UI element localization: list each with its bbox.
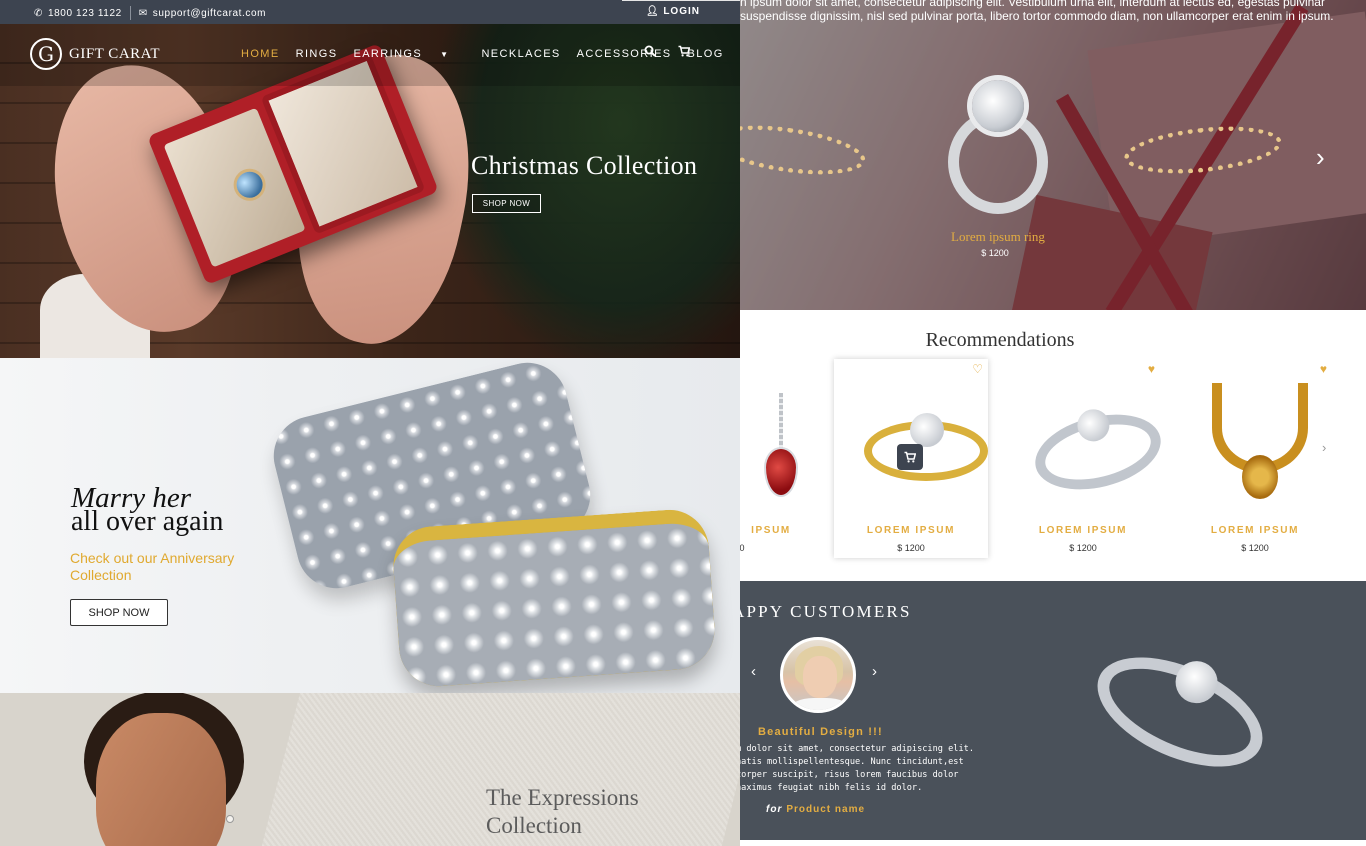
banner-description: n ipsum dolor sit amet, consectetur adip… xyxy=(740,0,1334,23)
product-card[interactable]: ♡ LOREM IPSUM $ 1200 xyxy=(834,359,988,558)
top-bar: ✆ 1800 123 1122 ✉ support@giftcarat.com … xyxy=(0,0,740,24)
section-title: Recommendations xyxy=(925,329,1075,351)
caret-down-icon: ▼ xyxy=(440,50,450,59)
support-email[interactable]: support@giftcarat.com xyxy=(153,8,266,19)
main-nav: G GIFT CARAT HOME RINGS EARRINGS ▼ NECKLA… xyxy=(0,24,740,86)
testimonials-section: APPY CUSTOMERS ‹ › Beautiful Design !!! … xyxy=(740,581,1366,840)
avatar xyxy=(780,637,856,713)
testimonial-text: m dolor sit amet, consectetur adipiscing… xyxy=(740,744,974,793)
chevron-right-icon[interactable]: › xyxy=(1322,440,1326,455)
chevron-right-icon[interactable]: › xyxy=(1316,142,1325,173)
shop-now-button[interactable]: SHOP NOW xyxy=(70,599,168,626)
product-price: 200 xyxy=(740,543,745,553)
login-link[interactable]: 👤︎ LOGIN xyxy=(646,6,700,17)
logo[interactable]: G GIFT CARAT xyxy=(30,38,160,70)
product-name[interactable]: LOREM IPSUM xyxy=(834,525,988,536)
gold-diamond-band-image xyxy=(390,507,718,689)
product-card[interactable]: ♥ LOREM IPSUM $ 1200 xyxy=(1178,359,1332,558)
chevron-left-icon[interactable]: ‹ xyxy=(751,663,756,680)
anniversary-hero: Marry her all over again Check out our A… xyxy=(0,358,740,693)
featured-product-price: $ 1200 xyxy=(981,248,1009,258)
add-to-cart-button[interactable] xyxy=(897,444,923,470)
silver-ring-image xyxy=(1081,635,1279,789)
user-icon: 👤︎ xyxy=(645,6,660,17)
collection-title: The Expressions Collection xyxy=(486,785,639,838)
nav-item-rings[interactable]: RINGS xyxy=(296,48,338,60)
featured-product-banner: n ipsum dolor sit amet, consectetur adip… xyxy=(740,0,1366,310)
expressions-hero: The Expressions Collection xyxy=(0,693,740,846)
model-image xyxy=(60,693,270,846)
chevron-right-icon[interactable]: › xyxy=(872,663,877,680)
shop-now-button[interactable]: SHOP NOW xyxy=(472,194,541,213)
recommendations-section: Recommendations ♡ IPSUM 200 ♡ LOREM IPSU… xyxy=(740,310,1366,581)
hero-title: Christmas Collection xyxy=(471,151,698,180)
nav-item-accessories[interactable]: ACCESSORIES xyxy=(577,48,672,60)
testimonial-title: Beautiful Design !!! xyxy=(758,726,883,738)
heart-filled-icon[interactable]: ♥ xyxy=(1320,362,1327,376)
silver-ring-image xyxy=(1022,377,1169,502)
engagement-ring-image[interactable] xyxy=(938,80,1068,214)
hero-subtitle: Check out our Anniversary Collection xyxy=(70,550,235,583)
product-name[interactable]: LOREM IPSUM xyxy=(1178,525,1332,536)
heart-outline-icon[interactable]: ♡ xyxy=(972,362,983,376)
nav-item-earrings[interactable]: EARRINGS ▼ xyxy=(353,48,465,60)
featured-product-name[interactable]: Lorem ipsum ring xyxy=(928,229,1068,245)
section-title: APPY CUSTOMERS xyxy=(740,602,912,621)
testimonial-product: for Product name xyxy=(766,804,866,815)
product-price: $ 1200 xyxy=(897,543,925,553)
gem-ring xyxy=(232,167,267,202)
product-price: $ 1200 xyxy=(1241,543,1269,553)
hero-heading-line2: all over again xyxy=(71,506,224,537)
nav-item-necklaces[interactable]: NECKLACES xyxy=(481,48,560,60)
search-icon[interactable] xyxy=(644,45,656,60)
page: Christmas Collection SHOP NOW G GIFT CAR… xyxy=(0,0,1366,846)
left-column: Christmas Collection SHOP NOW G GIFT CAR… xyxy=(0,0,740,846)
cart-icon[interactable] xyxy=(678,45,691,60)
nav-menu: HOME RINGS EARRINGS ▼ NECKLACES ACCESSORI… xyxy=(241,48,740,60)
product-link[interactable]: Product name xyxy=(786,804,865,815)
contact-info: ✆ 1800 123 1122 ✉ support@giftcarat.com xyxy=(34,6,266,20)
product-card[interactable]: ♥ LOREM IPSUM $ 1200 xyxy=(1006,359,1169,558)
gold-necklace-image xyxy=(1194,377,1316,499)
gold-ring-image xyxy=(850,377,988,499)
cart-icon xyxy=(904,451,916,463)
envelope-icon: ✉ xyxy=(138,7,148,19)
product-price: $ 1200 xyxy=(1069,543,1097,553)
right-column: n ipsum dolor sit amet, consectetur adip… xyxy=(740,0,1366,846)
phone-number[interactable]: 1800 123 1122 xyxy=(48,8,122,19)
heart-filled-icon[interactable]: ♥ xyxy=(1148,362,1155,376)
brand-name: GIFT CARAT xyxy=(69,45,160,62)
pearl-earring xyxy=(226,815,234,823)
product-name[interactable]: IPSUM xyxy=(740,525,848,536)
product-name[interactable]: LOREM IPSUM xyxy=(1006,525,1160,536)
phone-icon: ✆ xyxy=(34,7,43,19)
logo-mark-icon: G xyxy=(30,38,62,70)
nav-item-blog[interactable]: BLOG xyxy=(688,48,724,60)
nav-item-home[interactable]: HOME xyxy=(241,48,280,60)
